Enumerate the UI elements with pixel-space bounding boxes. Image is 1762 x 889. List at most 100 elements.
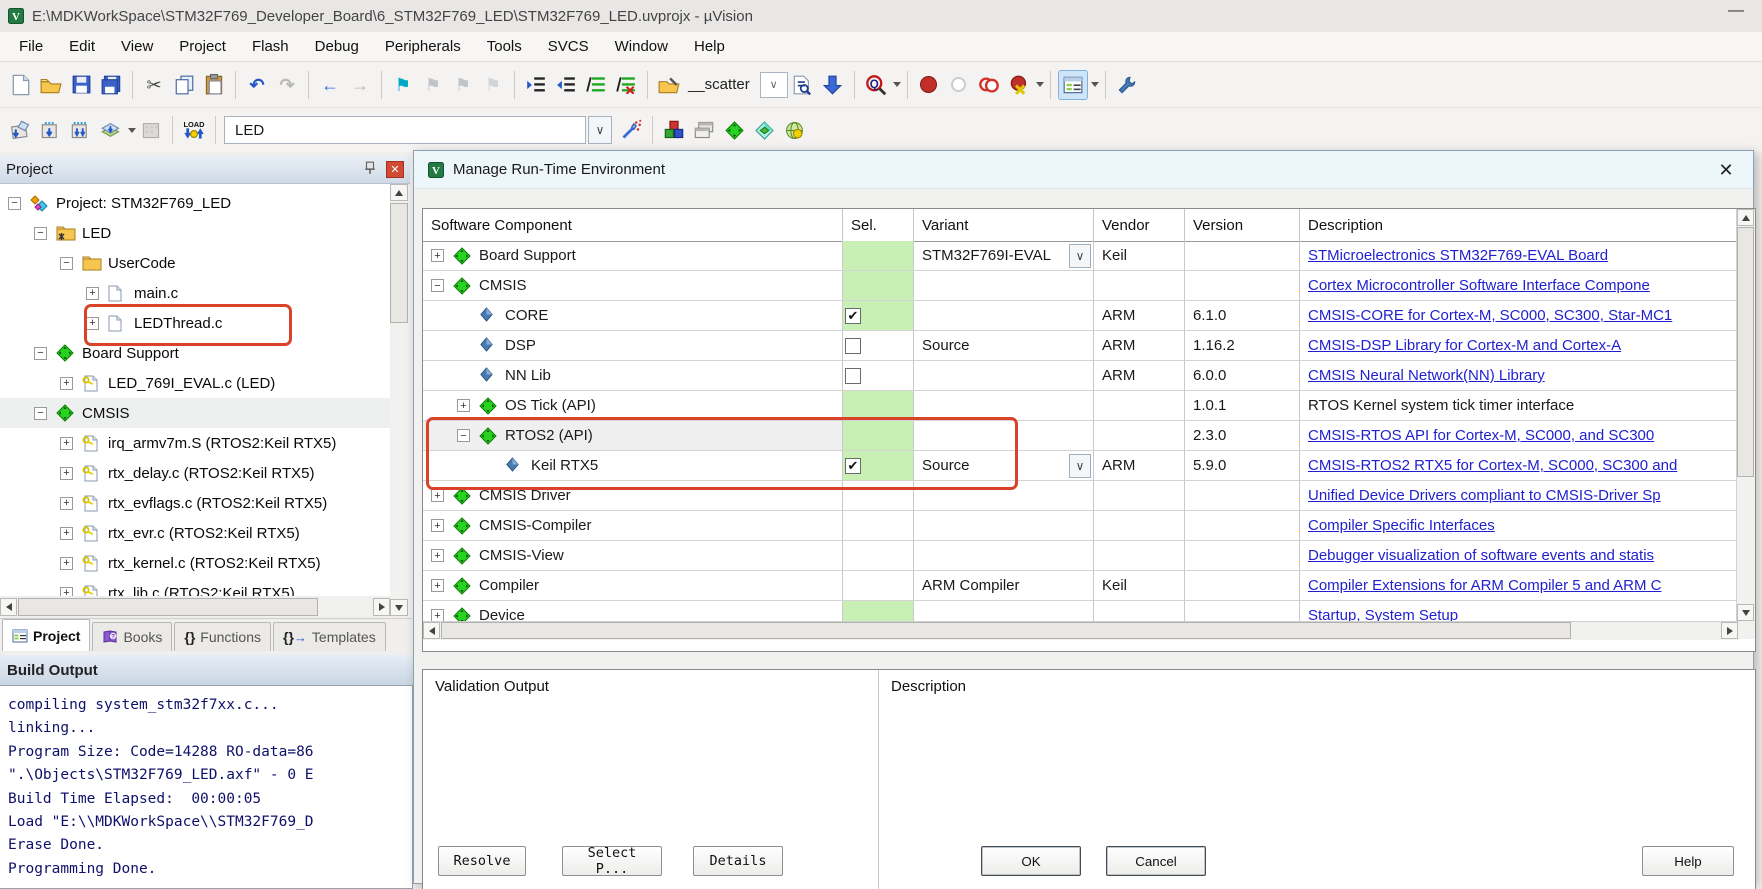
component-row-nn-lib[interactable]: NN LibARM6.0.0CMSIS Neural Network(NN) L…: [423, 361, 1739, 391]
component-row-cmsis-driver[interactable]: +CMSIS DriverUnified Device Drivers comp…: [423, 481, 1739, 511]
description-link[interactable]: CMSIS-RTOS API for Cortex-M, SC000, and …: [1308, 427, 1654, 444]
configure-scatter-icon[interactable]: [655, 71, 683, 99]
description-link[interactable]: Compiler Specific Interfaces: [1308, 517, 1495, 534]
expand-icon[interactable]: +: [60, 527, 73, 540]
select-checkbox[interactable]: ✔: [845, 308, 861, 324]
paste-icon[interactable]: [200, 71, 228, 99]
expand-icon[interactable]: +: [60, 467, 73, 480]
expand-icon[interactable]: +: [431, 579, 444, 592]
tab-templates[interactable]: {}→Templates: [273, 622, 386, 651]
configure-tools-icon[interactable]: [1113, 71, 1141, 99]
build-icon[interactable]: [37, 116, 65, 144]
disable-all-breakpoints-icon[interactable]: [975, 71, 1003, 99]
description-link[interactable]: CMSIS Neural Network(NN) Library: [1308, 367, 1545, 384]
indent-left-icon[interactable]: [552, 71, 580, 99]
ok-button[interactable]: OK: [981, 846, 1081, 876]
collapse-icon[interactable]: −: [431, 279, 444, 292]
menu-flash[interactable]: Flash: [239, 35, 302, 58]
component-row-os-tick-api-[interactable]: +OS Tick (API)1.0.1RTOS Kernel system ti…: [423, 391, 1739, 421]
pin-icon[interactable]: [364, 161, 376, 179]
collapse-icon[interactable]: −: [457, 429, 470, 442]
component-row-cmsis-compiler[interactable]: +CMSIS-CompilerCompiler Specific Interfa…: [423, 511, 1739, 541]
tree-item-led[interactable]: −LED: [0, 218, 390, 248]
batch-build-dropdown-caret[interactable]: [128, 128, 136, 133]
menu-project[interactable]: Project: [166, 35, 239, 58]
disable-breakpoint-icon[interactable]: [945, 71, 973, 99]
copy-icon[interactable]: [170, 71, 198, 99]
expand-icon[interactable]: +: [60, 587, 73, 597]
menu-file[interactable]: File: [6, 35, 56, 58]
component-row-rtos2-api-[interactable]: −RTOS2 (API)2.3.0CMSIS-RTOS API for Cort…: [423, 421, 1739, 451]
close-panel-icon[interactable]: ✕: [386, 161, 404, 178]
collapse-icon[interactable]: −: [8, 197, 21, 210]
save-icon[interactable]: [67, 71, 95, 99]
collapse-icon[interactable]: −: [34, 227, 47, 240]
dialog-titlebar[interactable]: V Manage Run-Time Environment: [414, 151, 1753, 189]
tree-item-board[interactable]: −Board Support: [0, 338, 390, 368]
expand-icon[interactable]: +: [431, 519, 444, 532]
menu-edit[interactable]: Edit: [56, 35, 108, 58]
expand-icon[interactable]: +: [431, 249, 444, 262]
menu-peripherals[interactable]: Peripherals: [372, 35, 474, 58]
component-row-keil-rtx5[interactable]: Keil RTX5✔Source∨ARM5.9.0CMSIS-RTOS2 RTX…: [423, 451, 1739, 481]
next-bookmark-icon[interactable]: ⚑: [449, 71, 477, 99]
undo-icon[interactable]: ↶: [243, 71, 271, 99]
insert-bookmark-icon[interactable]: ⚑: [389, 71, 417, 99]
tree-item-main.c[interactable]: +main.c: [0, 278, 390, 308]
manage-rte-icon[interactable]: [720, 116, 748, 144]
menu-debug[interactable]: Debug: [302, 35, 372, 58]
component-row-compiler[interactable]: +CompilerARM CompilerKeilCompiler Extens…: [423, 571, 1739, 601]
component-row-core[interactable]: CORE✔ARM6.1.0CMSIS-CORE for Cortex-M, SC…: [423, 301, 1739, 331]
tree-item-cmsis[interactable]: −CMSIS: [0, 398, 390, 428]
find-icon[interactable]: Q: [862, 71, 890, 99]
component-row-dsp[interactable]: DSPSourceARM1.16.2CMSIS-DSP Library for …: [423, 331, 1739, 361]
collapse-icon[interactable]: −: [34, 347, 47, 360]
variant-dropdown[interactable]: ∨: [1069, 244, 1091, 268]
batch-build-icon[interactable]: [97, 116, 125, 144]
tree-item-led_769i_eval.c[interactable]: +LED_769I_EVAL.c (LED): [0, 368, 390, 398]
component-row-cmsis[interactable]: −CMSISCortex Microcontroller Software In…: [423, 271, 1739, 301]
redo-icon[interactable]: ↷: [273, 71, 301, 99]
scatter-dropdown[interactable]: ∨: [760, 72, 788, 98]
cancel-button[interactable]: Cancel: [1106, 846, 1206, 876]
pack-installer-icon[interactable]: [780, 116, 808, 144]
navigate-back-icon[interactable]: ←: [316, 71, 344, 99]
comment-selection-icon[interactable]: [582, 71, 610, 99]
toggle-breakpoint-icon[interactable]: [915, 71, 943, 99]
open-file-icon[interactable]: [37, 71, 65, 99]
save-all-icon[interactable]: [97, 71, 125, 99]
previous-bookmark-icon[interactable]: ⚑: [419, 71, 447, 99]
description-link[interactable]: CMSIS-RTOS2 RTX5 for Cortex-M, SC000, SC…: [1308, 457, 1677, 474]
variant-dropdown[interactable]: ∨: [1069, 454, 1091, 478]
expand-icon[interactable]: +: [60, 437, 73, 450]
resolve-button[interactable]: Resolve: [438, 846, 526, 876]
kill-all-breakpoints-icon[interactable]: [1005, 71, 1033, 99]
description-link[interactable]: Debugger visualization of software event…: [1308, 547, 1654, 564]
build-output-log[interactable]: compiling system_stm32f7xx.c...linking..…: [0, 685, 413, 889]
dialog-close-icon[interactable]: ✕: [1715, 159, 1737, 181]
tree-item-irq_armv7m.s[interactable]: +irq_armv7m.S (RTOS2:Keil RTX5): [0, 428, 390, 458]
component-row-cmsis-view[interactable]: +CMSIS-ViewDebugger visualization of sof…: [423, 541, 1739, 571]
menu-svcs[interactable]: SVCS: [535, 35, 602, 58]
select-packs-button[interactable]: Select P...: [562, 846, 662, 876]
details-button[interactable]: Details: [693, 846, 783, 876]
window-layout-dropdown-caret[interactable]: [1091, 82, 1099, 87]
window-layout-icon[interactable]: [1058, 70, 1088, 100]
rebuild-icon[interactable]: [67, 116, 95, 144]
description-link[interactable]: STMicroelectronics STM32F769-EVAL Board: [1308, 247, 1608, 264]
menu-window[interactable]: Window: [602, 35, 681, 58]
target-select[interactable]: LED: [224, 116, 586, 144]
cut-icon[interactable]: ✂: [140, 71, 168, 99]
options-for-target-icon[interactable]: [617, 116, 645, 144]
select-software-packs-icon[interactable]: [750, 116, 778, 144]
tab-books[interactable]: ?Books: [92, 622, 172, 651]
table-hscrollbar[interactable]: [423, 621, 1739, 640]
description-link[interactable]: Cortex Microcontroller Software Interfac…: [1308, 277, 1650, 294]
collapse-icon[interactable]: −: [34, 407, 47, 420]
collapse-icon[interactable]: −: [60, 257, 73, 270]
expand-icon[interactable]: +: [431, 489, 444, 502]
help-button[interactable]: Help: [1642, 846, 1734, 876]
select-checkbox[interactable]: ✔: [845, 458, 861, 474]
tree-item-rtx_evflags.c[interactable]: +rtx_evflags.c (RTOS2:Keil RTX5): [0, 488, 390, 518]
table-vscrollbar[interactable]: [1736, 209, 1755, 639]
